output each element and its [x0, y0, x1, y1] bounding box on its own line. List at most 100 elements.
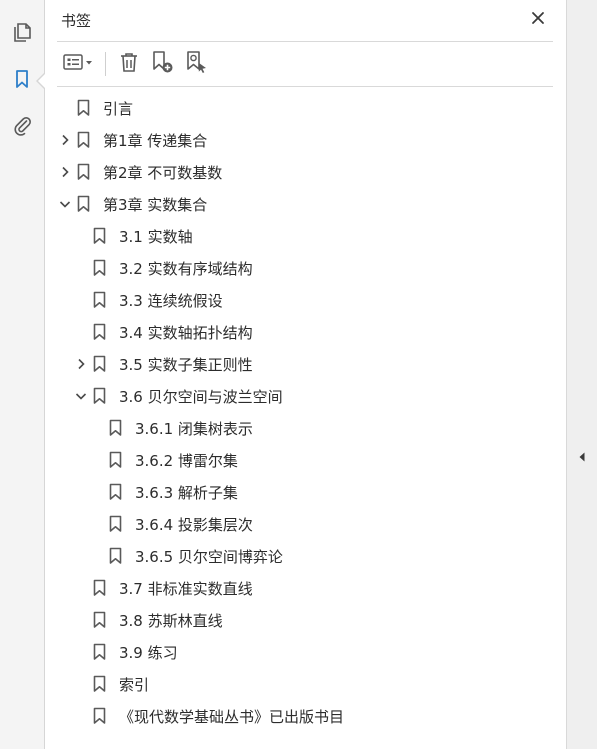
toggle-spacer: [87, 482, 107, 502]
bookmark-item[interactable]: 3.6 贝尔空间与波兰空间: [71, 380, 283, 412]
bookmark-label: 第3章 实数集合: [103, 195, 208, 214]
bookmark-label: 3.5 实数子集正则性: [119, 355, 253, 374]
bookmark-label: 3.9 练习: [119, 643, 178, 662]
toggle-spacer: [71, 322, 91, 342]
bookmarks-panel: 书签 引言 第1章 传递集合 第2章 不可数基数 第3章 实数集合 3.1 实数…: [45, 0, 566, 749]
attachments-button[interactable]: [8, 113, 36, 141]
bookmark-label: 3.7 非标准实数直线: [119, 579, 253, 598]
collapse-left-arrow-icon: [577, 448, 587, 467]
navigation-rail: [0, 0, 45, 749]
bookmark-icon: [91, 578, 107, 598]
close-icon: [530, 10, 546, 30]
bookmark-item[interactable]: 3.6.5 贝尔空间博弈论: [87, 540, 283, 572]
bookmarks-toolbar: [57, 48, 214, 80]
bookmark-item[interactable]: 索引: [71, 668, 149, 700]
bookmark-icon: [91, 386, 107, 406]
bookmark-item[interactable]: 3.5 实数子集正则性: [71, 348, 253, 380]
bookmark-icon: [75, 98, 91, 118]
panel-title: 书签: [61, 12, 92, 30]
expand-toggle[interactable]: [55, 162, 75, 182]
bookmark-item[interactable]: 3.3 连续统假设: [71, 284, 223, 316]
expand-toggle[interactable]: [71, 354, 91, 374]
bookmark-item[interactable]: 3.4 实数轴拓扑结构: [71, 316, 253, 348]
new-bookmark-button[interactable]: [146, 49, 180, 79]
bookmark-icon: [91, 610, 107, 630]
panel-splitter[interactable]: [566, 0, 597, 749]
bookmark-item[interactable]: 《现代数学基础丛书》已出版书目: [71, 700, 344, 732]
bookmark-item[interactable]: 3.6.3 解析子集: [87, 476, 238, 508]
bookmark-item[interactable]: 3.1 实数轴: [71, 220, 193, 252]
toggle-spacer: [71, 578, 91, 598]
bookmark-icon: [91, 706, 107, 726]
bookmark-icon: [91, 290, 107, 310]
bookmark-label: 索引: [119, 675, 150, 694]
bookmark-label: 《现代数学基础丛书》已出版书目: [119, 707, 345, 726]
bookmark-search-icon: [184, 49, 210, 79]
chevron-down-icon: [75, 387, 87, 406]
bookmark-icon: [91, 258, 107, 278]
toggle-spacer: [87, 418, 107, 438]
pages-button[interactable]: [8, 20, 36, 48]
bookmark-item[interactable]: 3.6.2 博雷尔集: [87, 444, 238, 476]
bookmark-icon: [91, 226, 107, 246]
collapse-toggle[interactable]: [55, 194, 75, 214]
bookmark-label: 3.6.4 投影集层次: [135, 515, 253, 534]
bookmark-icon: [91, 674, 107, 694]
active-indicator: [38, 74, 45, 88]
delete-bookmark-button[interactable]: [112, 49, 146, 79]
bookmark-item[interactable]: 3.9 练习: [71, 636, 178, 668]
pages-icon: [11, 21, 33, 47]
bookmark-item[interactable]: 3.6.1 闭集树表示: [87, 412, 253, 444]
toolbar-separator: [105, 52, 106, 76]
bookmark-label: 3.6.3 解析子集: [135, 483, 238, 502]
toggle-spacer: [71, 226, 91, 246]
list-options-icon: [61, 51, 95, 77]
toggle-spacer: [71, 290, 91, 310]
toggle-spacer: [71, 706, 91, 726]
bookmark-item[interactable]: 3.8 苏斯林直线: [71, 604, 223, 636]
bookmark-icon: [75, 194, 91, 214]
bookmark-label: 第2章 不可数基数: [103, 163, 223, 182]
toggle-spacer: [71, 258, 91, 278]
bookmark-add-icon: [150, 49, 176, 79]
toggle-spacer: [87, 514, 107, 534]
bookmark-label: 3.6.1 闭集树表示: [135, 419, 253, 438]
bookmark-item[interactable]: 3.7 非标准实数直线: [71, 572, 253, 604]
collapse-panel-button[interactable]: [573, 448, 591, 466]
close-button[interactable]: [528, 10, 548, 30]
toggle-spacer: [71, 642, 91, 662]
chevron-right-icon: [59, 163, 71, 182]
paperclip-icon: [11, 114, 33, 140]
bookmark-label: 3.6 贝尔空间与波兰空间: [119, 387, 283, 406]
bookmark-item[interactable]: 3.6.4 投影集层次: [87, 508, 253, 540]
bookmark-item[interactable]: 第1章 传递集合: [55, 124, 207, 156]
bookmark-label: 3.4 实数轴拓扑结构: [119, 323, 253, 342]
bookmark-item[interactable]: 第3章 实数集合: [55, 188, 207, 220]
bookmark-item[interactable]: 3.2 实数有序域结构: [71, 252, 253, 284]
bookmark-icon: [91, 642, 107, 662]
toggle-spacer: [71, 674, 91, 694]
divider: [57, 41, 553, 42]
options-button[interactable]: [57, 49, 99, 79]
bookmark-icon: [107, 546, 123, 566]
toggle-spacer: [87, 546, 107, 566]
bookmark-label: 3.3 连续统假设: [119, 291, 223, 310]
find-bookmark-button[interactable]: [180, 49, 214, 79]
bookmark-icon: [75, 130, 91, 150]
bookmark-icon: [107, 514, 123, 534]
bookmark-item[interactable]: 第2章 不可数基数: [55, 156, 222, 188]
collapse-toggle[interactable]: [71, 386, 91, 406]
bookmark-icon: [107, 450, 123, 470]
expand-toggle[interactable]: [55, 130, 75, 150]
bookmark-icon: [11, 68, 33, 94]
chevron-right-icon: [59, 131, 71, 150]
chevron-down-icon: [59, 195, 71, 214]
bookmarks-button[interactable]: [8, 67, 36, 95]
bookmark-icon: [107, 418, 123, 438]
bookmark-label: 3.1 实数轴: [119, 227, 193, 246]
bookmark-label: 3.6.2 博雷尔集: [135, 451, 238, 470]
bookmark-icon: [91, 322, 107, 342]
bookmark-item[interactable]: 引言: [55, 92, 133, 124]
bookmark-icon: [75, 162, 91, 182]
toggle-spacer: [87, 450, 107, 470]
